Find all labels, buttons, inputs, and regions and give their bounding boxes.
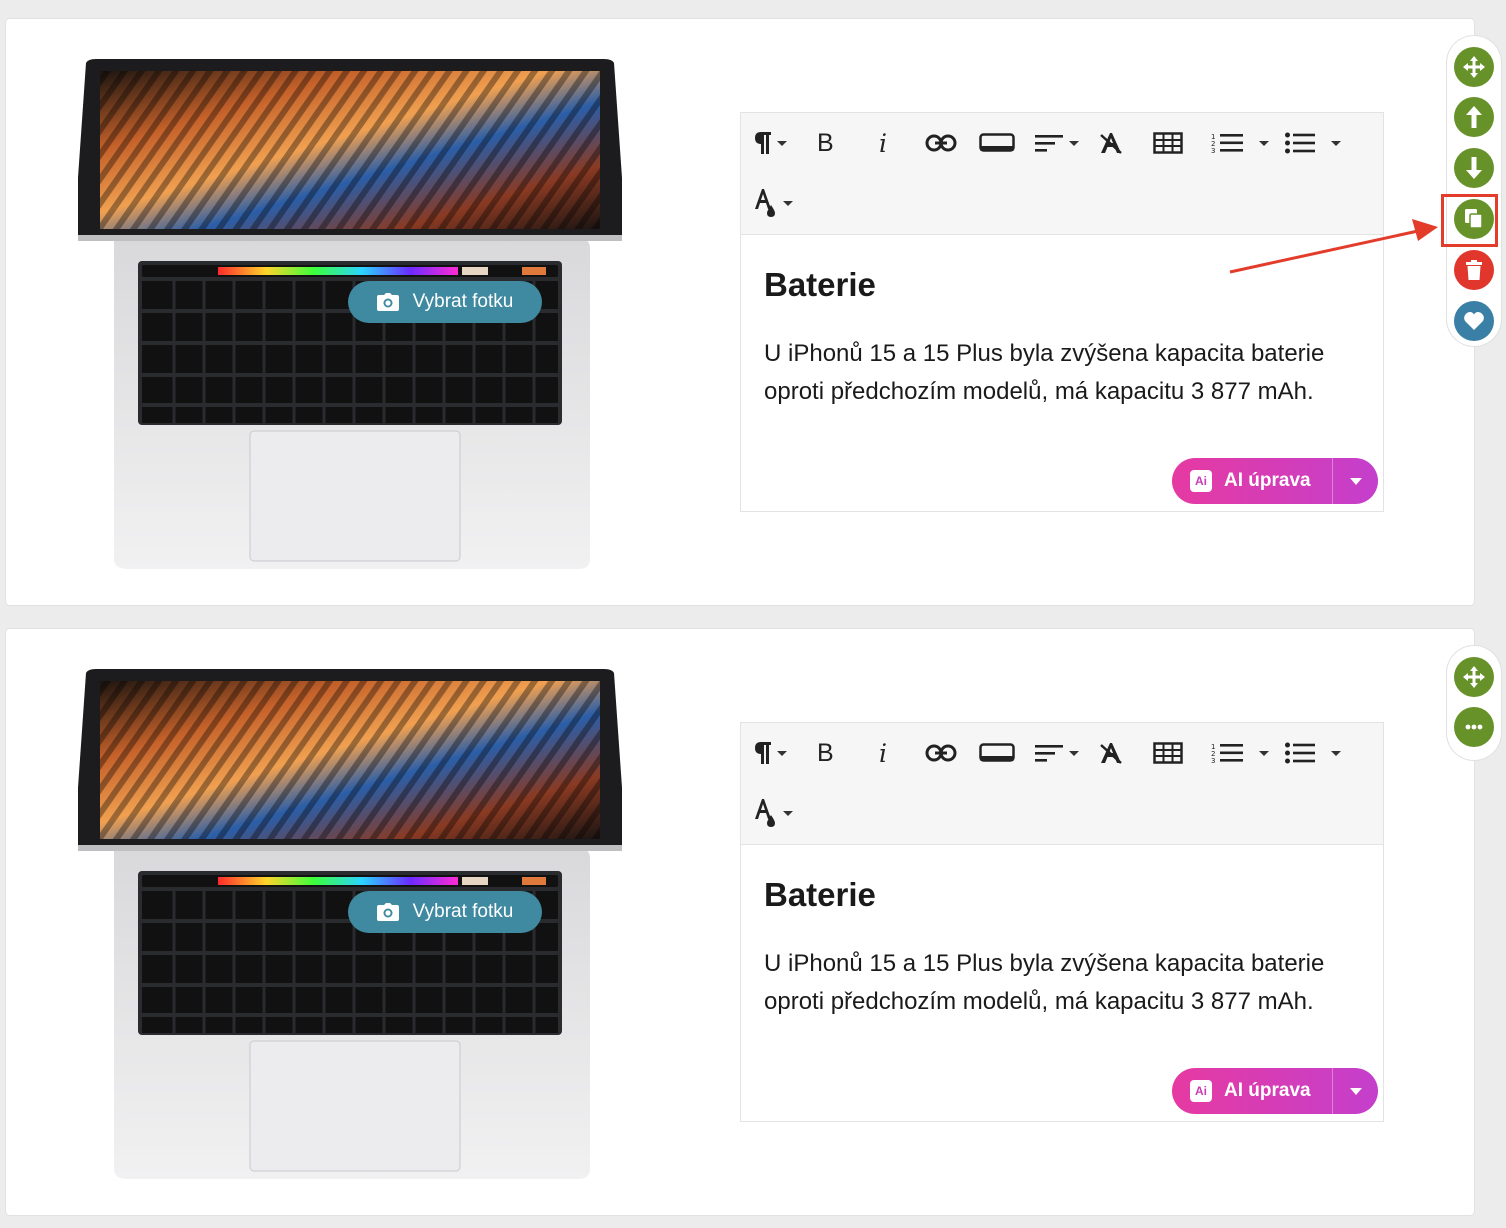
arrow-up-icon <box>1466 106 1482 128</box>
table-button[interactable] <box>1153 737 1183 769</box>
laptop-image[interactable]: Vybrat fotku <box>74 59 626 569</box>
clear-format-button[interactable] <box>1099 737 1123 769</box>
macbook-illustration <box>74 59 626 569</box>
button-icon <box>979 133 1015 152</box>
bold-button[interactable]: B <box>817 127 834 159</box>
button-icon <box>979 743 1015 762</box>
block-paragraph[interactable]: U iPhonů 15 a 15 Plus byla zvýšena kapac… <box>764 335 1354 411</box>
table-button[interactable] <box>1153 127 1183 159</box>
move-block-button[interactable] <box>1454 657 1494 697</box>
clear-format-icon <box>1100 133 1122 154</box>
move-icon <box>1463 666 1485 688</box>
link-button[interactable] <box>925 737 957 769</box>
text-color-icon <box>755 799 775 827</box>
link-icon <box>925 744 957 762</box>
move-up-button[interactable] <box>1454 97 1494 137</box>
ai-edit-label: AI úprava <box>1224 470 1311 491</box>
editor-content[interactable]: Baterie U iPhonů 15 a 15 Plus byla zvýše… <box>741 235 1383 512</box>
unordered-list-icon <box>1285 742 1315 764</box>
insert-button-button[interactable] <box>979 127 1015 159</box>
unordered-list-button[interactable] <box>1285 737 1341 769</box>
choose-photo-button[interactable]: Vybrat fotku <box>348 281 542 323</box>
camera-icon <box>376 293 399 311</box>
italic-button[interactable]: i <box>879 127 887 159</box>
clear-format-button[interactable] <box>1099 127 1123 159</box>
italic-button[interactable]: i <box>879 737 887 769</box>
ordered-list-button[interactable]: 123 <box>1211 737 1269 769</box>
rich-text-editor[interactable]: B i 123 Baterie U iPhonů 15 a 15 Plus by… <box>740 722 1384 1122</box>
paragraph-format-button[interactable] <box>755 737 787 769</box>
editor-content[interactable]: Baterie U iPhonů 15 a 15 Plus byla zvýše… <box>741 845 1383 1122</box>
ai-edit-button[interactable]: Ai AI úprava <box>1172 458 1378 504</box>
camera-icon <box>376 903 399 921</box>
annotation-highlight-box <box>1441 194 1498 247</box>
editor-toolbar: B i 123 <box>741 113 1383 235</box>
block-actions-rail-2 <box>1447 646 1501 760</box>
unordered-list-button[interactable] <box>1285 127 1341 159</box>
ordered-list-icon: 123 <box>1211 743 1243 764</box>
caret-down-icon <box>1349 1087 1362 1095</box>
more-icon <box>1465 724 1483 730</box>
svg-text:3: 3 <box>1211 757 1215 764</box>
block-heading[interactable]: Baterie <box>764 875 1360 915</box>
move-block-button[interactable] <box>1454 47 1494 87</box>
svg-text:3: 3 <box>1211 147 1215 154</box>
caret-down-icon <box>1349 477 1362 485</box>
unordered-list-icon <box>1285 132 1315 154</box>
move-down-button[interactable] <box>1454 148 1494 188</box>
ai-edit-dropdown-toggle[interactable] <box>1333 1068 1378 1114</box>
align-left-icon <box>1035 745 1063 762</box>
align-left-icon <box>1035 135 1063 152</box>
ai-icon: Ai <box>1190 1080 1212 1102</box>
choose-photo-button[interactable]: Vybrat fotku <box>348 891 542 933</box>
ordered-list-icon: 123 <box>1211 133 1243 154</box>
more-actions-button[interactable] <box>1454 707 1494 747</box>
table-icon <box>1153 132 1183 154</box>
link-button[interactable] <box>925 127 957 159</box>
text-color-icon <box>755 189 775 217</box>
macbook-illustration <box>74 669 626 1179</box>
rich-text-editor[interactable]: B i 123 Baterie U iPhonů 15 a 15 Plus by… <box>740 112 1384 512</box>
ordered-list-button[interactable]: 123 <box>1211 127 1269 159</box>
choose-photo-label: Vybrat fotku <box>412 291 514 312</box>
ai-icon: Ai <box>1190 470 1212 492</box>
ai-edit-dropdown-toggle[interactable] <box>1333 458 1378 504</box>
heart-icon <box>1464 312 1484 330</box>
move-icon <box>1463 56 1485 78</box>
pilcrow-icon <box>755 742 771 764</box>
align-button[interactable] <box>1035 127 1079 159</box>
pilcrow-icon <box>755 132 771 154</box>
italic-icon: i <box>879 738 887 768</box>
ai-edit-main[interactable]: Ai AI úprava <box>1172 458 1332 504</box>
choose-photo-label: Vybrat fotku <box>412 901 514 922</box>
italic-icon: i <box>879 128 887 158</box>
text-color-button[interactable] <box>755 187 793 219</box>
block-heading[interactable]: Baterie <box>764 265 1360 305</box>
content-block-2: Vybrat fotku B i 1 2 3 Baterie U iPhonů … <box>6 629 1474 1215</box>
paragraph-format-button[interactable] <box>755 127 787 159</box>
ai-edit-button[interactable]: Ai AI úprava <box>1172 1068 1378 1114</box>
delete-block-button[interactable] <box>1454 250 1494 290</box>
block-paragraph[interactable]: U iPhonů 15 a 15 Plus byla zvýšena kapac… <box>764 945 1354 1021</box>
trash-icon <box>1466 260 1482 280</box>
link-icon <box>925 134 957 152</box>
bold-icon: B <box>817 128 834 157</box>
bold-button[interactable]: B <box>817 737 834 769</box>
favorite-block-button[interactable] <box>1454 301 1494 341</box>
bold-icon: B <box>817 738 834 767</box>
block-actions-rail-1 <box>1447 36 1501 346</box>
ai-edit-label: AI úprava <box>1224 1080 1311 1101</box>
text-color-button[interactable] <box>755 797 793 829</box>
arrow-down-icon <box>1466 157 1482 179</box>
table-icon <box>1153 742 1183 764</box>
content-block-1: Vybrat fotku B i 1 2 3 Baterie U iPhonů … <box>6 19 1474 605</box>
clear-format-icon <box>1100 743 1122 764</box>
align-button[interactable] <box>1035 737 1079 769</box>
insert-button-button[interactable] <box>979 737 1015 769</box>
editor-toolbar: B i 123 <box>741 723 1383 845</box>
laptop-image[interactable]: Vybrat fotku <box>74 669 626 1179</box>
ai-edit-main[interactable]: Ai AI úprava <box>1172 1068 1332 1114</box>
